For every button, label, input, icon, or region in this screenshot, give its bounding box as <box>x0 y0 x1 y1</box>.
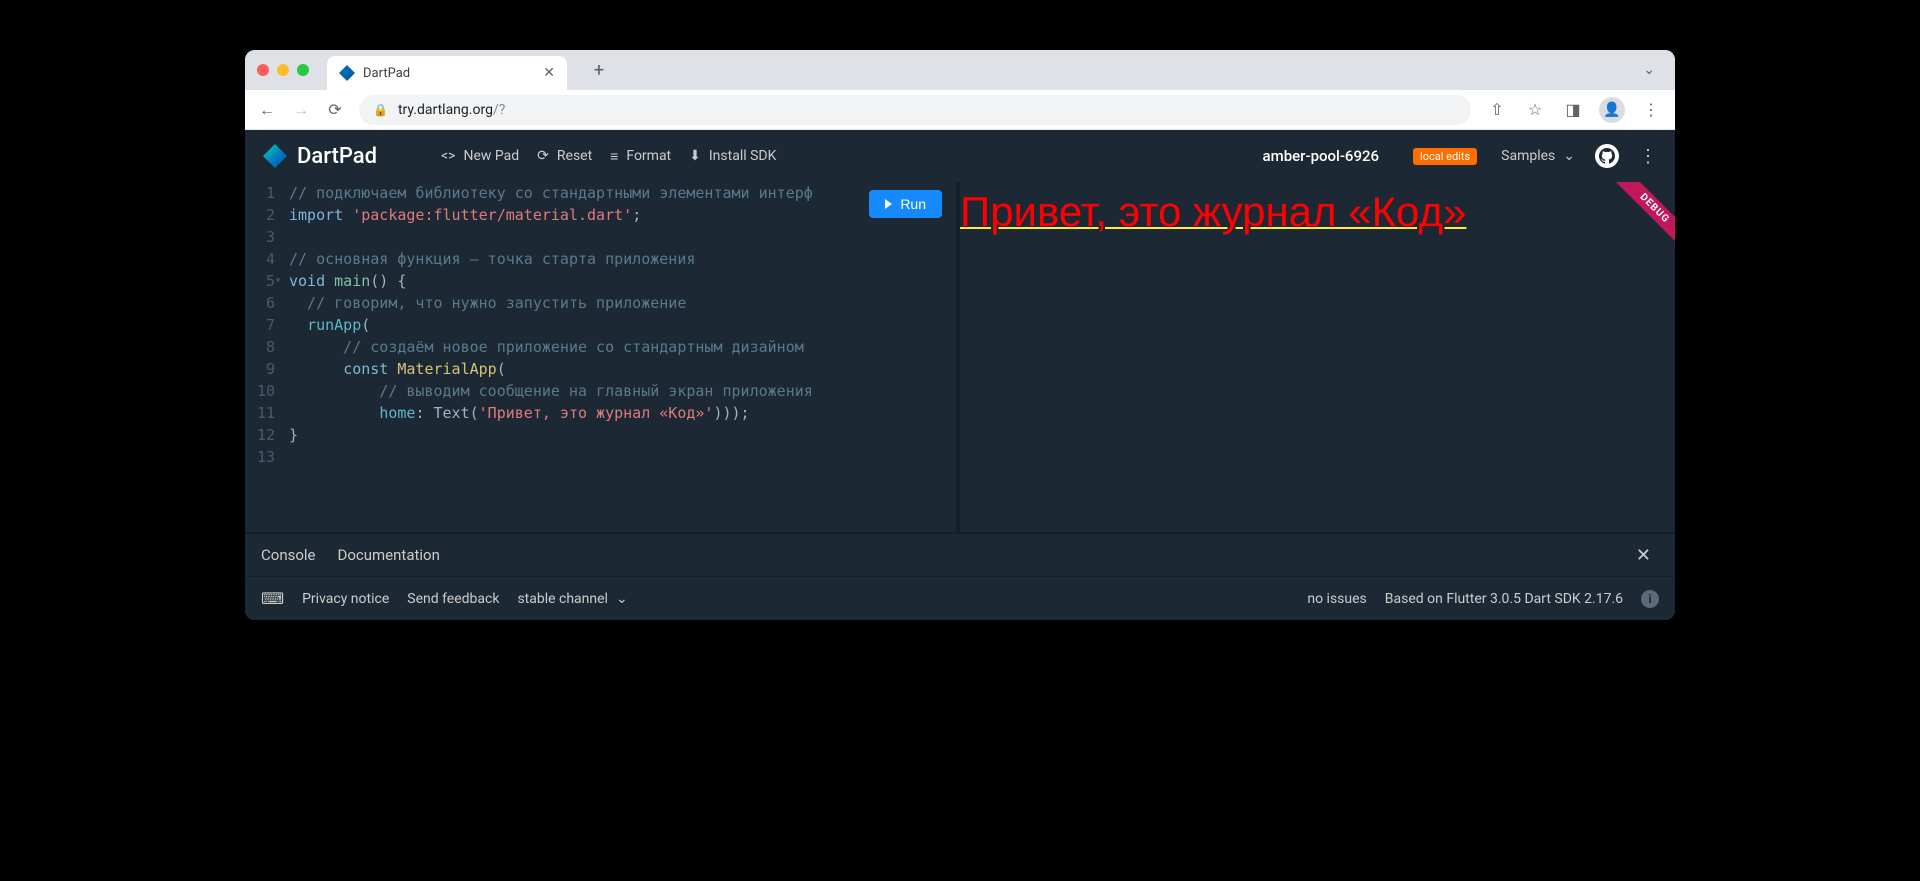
close-tab-icon[interactable]: ✕ <box>543 65 555 81</box>
close-window-button[interactable] <box>257 64 269 76</box>
channel-selector[interactable]: stable channel ⌄ <box>517 591 627 607</box>
new-pad-button[interactable]: <> New Pad <box>441 148 519 165</box>
maximize-window-button[interactable] <box>297 64 309 76</box>
feedback-link[interactable]: Send feedback <box>407 591 499 607</box>
tab-documentation[interactable]: Documentation <box>338 546 440 564</box>
browser-tabbar: DartPad ✕ + ⌄ <box>245 50 1675 90</box>
close-panel-icon[interactable]: ✕ <box>1636 545 1651 566</box>
toolbar-actions: <> New Pad ⟳ Reset ≡ Format ⬇ Install SD… <box>441 148 776 165</box>
nav-forward-button: → <box>291 100 311 120</box>
channel-label: stable channel <box>517 591 608 607</box>
samples-label: Samples <box>1501 148 1555 164</box>
share-icon[interactable]: ⇧ <box>1485 100 1509 119</box>
browser-tab[interactable]: DartPad ✕ <box>327 56 567 90</box>
browser-menu-icon[interactable]: ⋮ <box>1639 100 1663 119</box>
line-gutter: 12345678910111213 <box>245 182 281 468</box>
format-icon: ≡ <box>610 148 618 165</box>
sdk-version: Based on Flutter 3.0.5 Dart SDK 2.17.6 <box>1385 591 1623 607</box>
url-host: try.dartlang.org <box>398 102 493 118</box>
nav-back-button[interactable]: ← <box>257 100 277 120</box>
right-tools: Samples ⌄ ⋮ <box>1501 144 1657 168</box>
run-button[interactable]: Run <box>869 190 942 218</box>
privacy-link[interactable]: Privacy notice <box>302 591 389 607</box>
refresh-icon: ⟳ <box>537 148 549 164</box>
brand-text: DartPad <box>297 144 377 169</box>
info-icon[interactable]: i <box>1641 590 1659 608</box>
tab-list-chevron-icon[interactable]: ⌄ <box>1643 62 1663 78</box>
sidepanel-icon[interactable]: ◨ <box>1561 100 1585 119</box>
status-bar: ⌨ Privacy notice Send feedback stable ch… <box>245 576 1675 620</box>
preview-text: Привет, это журнал «Код» <box>960 182 1675 236</box>
issues-status: no issues <box>1307 591 1366 607</box>
code-content: // подключаем библиотеку со стандартными… <box>289 182 956 446</box>
fold-indicator-icon[interactable]: ▾ <box>275 270 281 292</box>
run-label: Run <box>900 196 926 212</box>
chevron-down-icon: ⌄ <box>616 591 628 607</box>
reset-label: Reset <box>557 148 592 164</box>
tab-console[interactable]: Console <box>261 546 316 564</box>
dartpad-app: DartPad <> New Pad ⟳ Reset ≡ Format ⬇ In… <box>245 130 1675 620</box>
format-button[interactable]: ≡ Format <box>610 148 671 165</box>
lock-icon: 🔒 <box>373 103 388 117</box>
main: 12345678910111213 // подключаем библиоте… <box>245 182 1675 532</box>
dart-favicon-icon <box>339 65 355 81</box>
dart-logo-icon <box>263 144 287 168</box>
browser-navbar: ← → ⟳ 🔒 try.dartlang.org/? ⇧ ☆ ◨ 👤 ⋮ <box>245 90 1675 130</box>
reset-button[interactable]: ⟳ Reset <box>537 148 592 165</box>
samples-dropdown[interactable]: Samples ⌄ <box>1501 148 1575 164</box>
status-right: no issues Based on Flutter 3.0.5 Dart SD… <box>1307 590 1659 608</box>
new-pad-label: New Pad <box>463 148 519 164</box>
nav-reload-button[interactable]: ⟳ <box>325 100 345 119</box>
format-label: Format <box>626 148 671 164</box>
install-sdk-label: Install SDK <box>709 148 777 164</box>
local-edits-badge: local edits <box>1413 148 1477 165</box>
brand: DartPad <box>263 144 377 169</box>
chevron-down-icon: ⌄ <box>1563 148 1575 164</box>
download-icon: ⬇ <box>689 148 701 164</box>
code-editor[interactable]: 12345678910111213 // подключаем библиоте… <box>245 182 960 532</box>
url-path: /? <box>493 102 505 118</box>
browser-window: DartPad ✕ + ⌄ ← → ⟳ 🔒 try.dartlang.org/?… <box>245 50 1675 620</box>
profile-avatar-icon[interactable]: 👤 <box>1599 97 1625 123</box>
preview-pane: Привет, это журнал «Код» DEBUG <box>960 182 1675 532</box>
keyboard-icon[interactable]: ⌨ <box>261 589 284 608</box>
toolbar: DartPad <> New Pad ⟳ Reset ≡ Format ⬇ In… <box>245 130 1675 182</box>
github-link[interactable] <box>1595 144 1619 168</box>
code-icon: <> <box>441 148 455 164</box>
window-controls <box>257 64 309 76</box>
bookmark-star-icon[interactable]: ☆ <box>1523 100 1547 119</box>
project-name: amber-pool-6926 <box>1263 147 1380 165</box>
menu-dots-icon[interactable]: ⋮ <box>1639 146 1657 167</box>
play-icon <box>885 199 892 209</box>
url-bar[interactable]: 🔒 try.dartlang.org/? <box>359 95 1471 125</box>
github-icon <box>1599 148 1615 164</box>
install-sdk-button[interactable]: ⬇ Install SDK <box>689 148 776 165</box>
minimize-window-button[interactable] <box>277 64 289 76</box>
new-tab-button[interactable]: + <box>585 60 613 81</box>
tab-title: DartPad <box>363 66 535 81</box>
console-tabs: Console Documentation ✕ <box>245 532 1675 576</box>
